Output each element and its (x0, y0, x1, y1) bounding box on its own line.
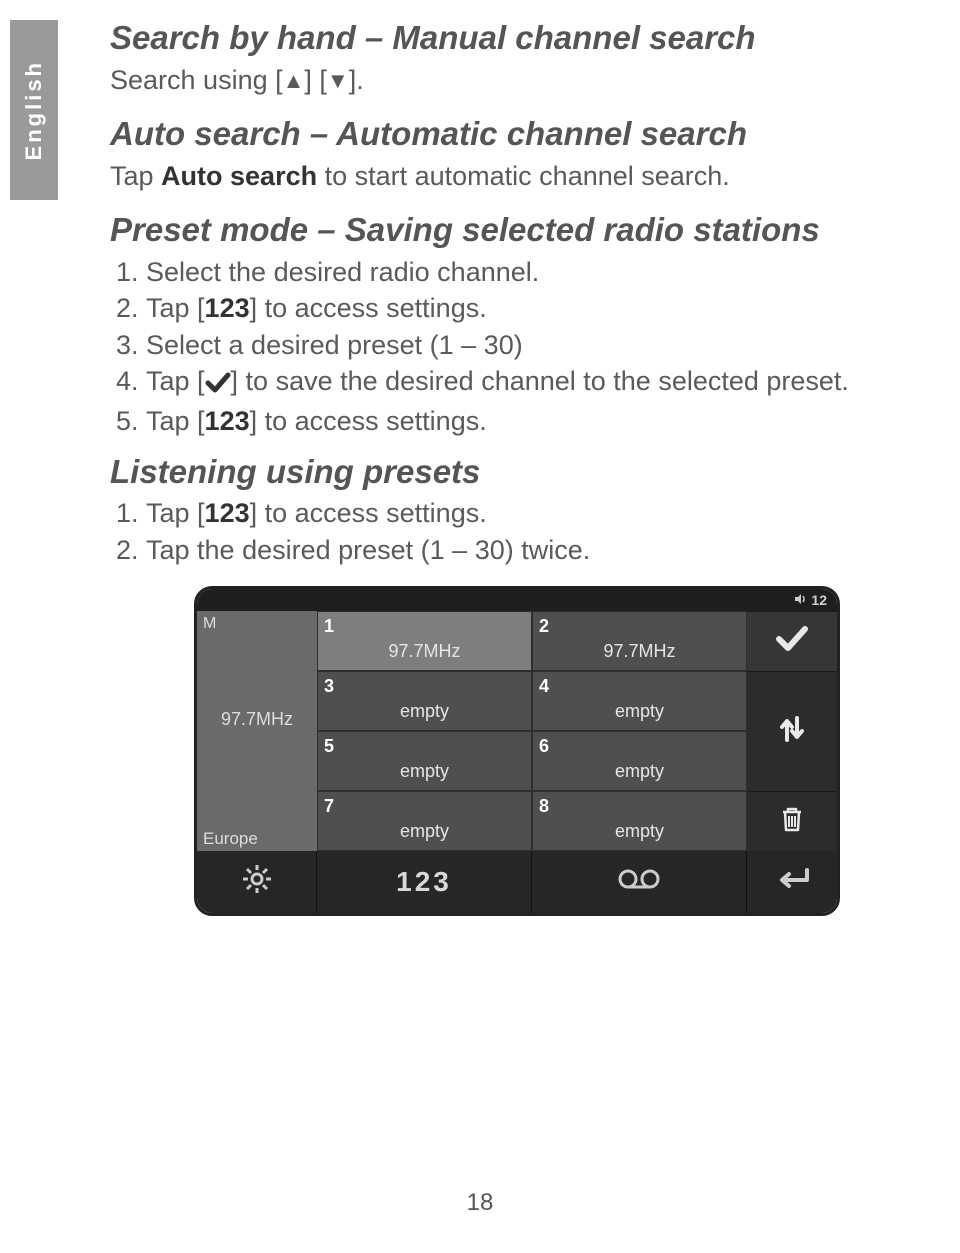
trash-icon (777, 804, 807, 839)
text-fragment: Search using [ (110, 65, 283, 95)
swap-button[interactable] (747, 671, 837, 791)
settings-button[interactable] (197, 851, 317, 913)
language-label: English (21, 60, 47, 160)
current-frequency: 97.7MHz (197, 709, 317, 730)
text-fragment: Tap [ (146, 293, 205, 323)
check-icon (774, 624, 810, 659)
auto-search-bold: Auto search (161, 161, 317, 191)
text-fragment: Tap (110, 161, 161, 191)
page-number: 18 (0, 1189, 960, 1217)
bottom-toolbar: 123 (197, 851, 837, 913)
preset-value: 97.7MHz (533, 641, 746, 662)
preset-value: 97.7MHz (318, 641, 531, 662)
preset-save-steps: Select the desired radio channel. Tap [1… (110, 254, 910, 440)
preset-value: empty (533, 701, 746, 722)
swap-arrows-icon (775, 712, 809, 751)
listen-presets-steps: Tap [123] to access settings. Tap the de… (110, 495, 910, 568)
preset-slot-2[interactable]: 2 97.7MHz (532, 611, 747, 671)
language-tab: English (10, 20, 58, 200)
preset-value: empty (318, 821, 531, 842)
preset-slot-7[interactable]: 7 empty (317, 791, 532, 851)
manual-page: English Search by hand – Manual channel … (0, 0, 960, 1253)
presets-123-label: 123 (396, 866, 452, 898)
text-fragment: ] to access settings. (250, 406, 487, 436)
preset-number: 1 (324, 616, 334, 637)
preset-number: 6 (539, 736, 549, 757)
list-item: Tap [123] to access settings. (146, 290, 910, 326)
preset-123-label: 123 (205, 498, 250, 528)
preset-number: 3 (324, 676, 334, 697)
heading-preset-save: Preset mode – Saving selected radio stat… (110, 210, 910, 250)
text-fragment: ] to save the desired channel to the sel… (231, 366, 849, 396)
text-fragment: to start automatic channel search. (317, 161, 730, 191)
manual-search-instruction: Search using [▲] [▼]. (110, 62, 910, 98)
list-item: Tap [123] to access settings. (146, 403, 910, 439)
region-label: Europe (197, 827, 317, 851)
text-fragment: ] to access settings. (250, 498, 487, 528)
heading-auto-search: Auto search – Automatic channel search (110, 114, 910, 154)
preset-slot-4[interactable]: 4 empty (532, 671, 747, 731)
up-arrow-icon: ▲ (283, 68, 305, 93)
status-bar: 12 (197, 589, 837, 611)
auto-search-instruction: Tap Auto search to start automatic chann… (110, 158, 910, 194)
recordings-button[interactable] (532, 851, 747, 913)
heading-manual-search: Search by hand – Manual channel search (110, 18, 910, 58)
presets-123-button[interactable]: 123 (317, 851, 532, 913)
memory-mode-label: M (197, 611, 317, 637)
text-fragment: ]. (349, 65, 364, 95)
preset-slot-3[interactable]: 3 empty (317, 671, 532, 731)
volume-indicator: 12 (793, 592, 827, 609)
device-screenshot: 12 M 97.7MHz Europe 1 97.7MHz 2 97.7MHz … (194, 586, 840, 916)
text-fragment: Tap [ (146, 498, 205, 528)
left-info-panel: M 97.7MHz Europe (197, 611, 317, 851)
text-fragment: ] to access settings. (250, 293, 487, 323)
preset-value: empty (533, 761, 746, 782)
preset-123-label: 123 (205, 406, 250, 436)
preset-number: 7 (324, 796, 334, 817)
confirm-button[interactable] (747, 611, 837, 671)
preset-number: 4 (539, 676, 549, 697)
down-arrow-icon: ▼ (327, 68, 349, 93)
list-item: Select the desired radio channel. (146, 254, 910, 290)
preset-slot-6[interactable]: 6 empty (532, 731, 747, 791)
volume-icon (793, 592, 807, 609)
preset-value: empty (318, 701, 531, 722)
preset-value: empty (318, 761, 531, 782)
return-arrow-icon (773, 866, 811, 898)
preset-number: 2 (539, 616, 549, 637)
text-fragment: Tap [ (146, 366, 205, 396)
preset-slot-8[interactable]: 8 empty (532, 791, 747, 851)
volume-value: 12 (811, 592, 827, 608)
preset-screen: 12 M 97.7MHz Europe 1 97.7MHz 2 97.7MHz … (197, 589, 837, 913)
preset-number: 5 (324, 736, 334, 757)
list-item: Tap [ ] to save the desired channel to th… (146, 363, 910, 403)
text-fragment: ] [ (304, 65, 327, 95)
heading-listen-presets: Listening using presets (110, 452, 910, 492)
preset-number: 8 (539, 796, 549, 817)
preset-123-label: 123 (205, 293, 250, 323)
list-item: Select a desired preset (1 – 30) (146, 327, 910, 363)
tape-reel-icon (615, 866, 663, 898)
gear-icon (241, 863, 273, 901)
preset-slot-5[interactable]: 5 empty (317, 731, 532, 791)
preset-slot-1[interactable]: 1 97.7MHz (317, 611, 532, 671)
list-item: Tap the desired preset (1 – 30) twice. (146, 532, 910, 568)
list-item: Tap [123] to access settings. (146, 495, 910, 531)
preset-value: empty (533, 821, 746, 842)
enter-button[interactable] (747, 851, 837, 913)
check-icon (205, 367, 231, 403)
delete-button[interactable] (747, 791, 837, 851)
text-fragment: Tap [ (146, 406, 205, 436)
